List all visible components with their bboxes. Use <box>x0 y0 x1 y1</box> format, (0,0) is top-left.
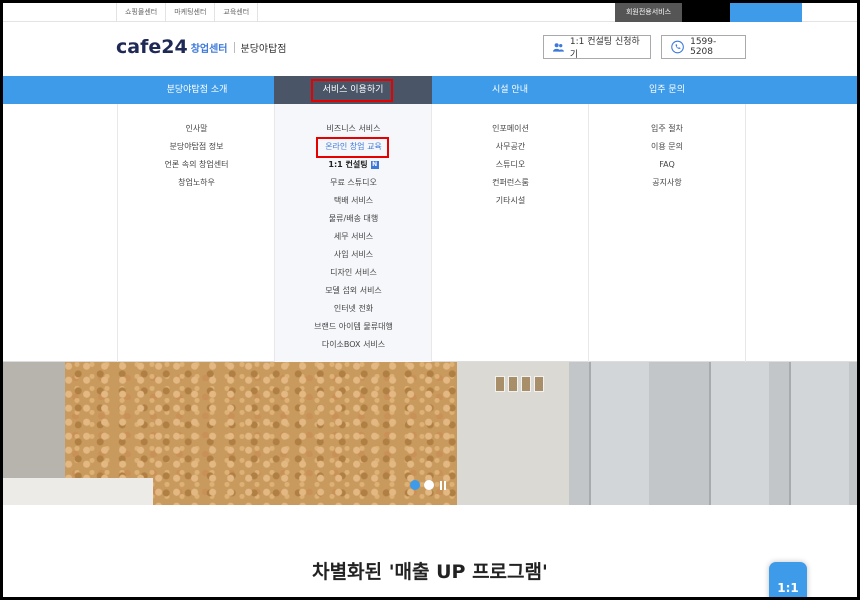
menu-item-faq[interactable]: FAQ <box>589 156 745 174</box>
menu-item-consulting-label: 1:1 컨설팅 <box>328 160 368 169</box>
section-title: 차별화된 '매출 UP 프로그램' <box>312 561 548 583</box>
mega-menu: 인사말 분당야탑점 정보 언론 속의 창업센터 창업노하우 비즈니스 서비스 온… <box>3 104 857 362</box>
menu-item-tax[interactable]: 세무 서비스 <box>275 228 432 246</box>
menu-item-courier[interactable]: 택배 서비스 <box>275 192 432 210</box>
slider-dot-1[interactable] <box>410 480 420 490</box>
menu-item-information[interactable]: 인포메이션 <box>432 120 589 138</box>
menu-item-purchasing[interactable]: 사입 서비스 <box>275 246 432 264</box>
wall-frame <box>521 376 531 392</box>
logo-wordmark: cafe24 <box>116 36 188 58</box>
hero-door <box>709 362 769 505</box>
top-blue-button[interactable] <box>730 3 802 22</box>
page-frame: 쇼핑몰센터 마케팅센터 교육센터 회원전용서비스 cafe24 창업센터 분당야… <box>3 3 857 597</box>
wall-frame <box>534 376 544 392</box>
users-icon <box>553 42 564 52</box>
chat-consult-button[interactable]: 1:1 <box>769 562 807 597</box>
menu-item-studio[interactable]: 무료 스튜디오 <box>275 174 432 192</box>
hero-wall-frames <box>495 376 544 392</box>
phone-icon <box>671 40 684 54</box>
menu-item-consulting[interactable]: 1:1 컨설팅 N <box>275 156 432 174</box>
menu-item-model[interactable]: 모델 섭외 서비스 <box>275 282 432 300</box>
top-link-shopping[interactable]: 쇼핑몰센터 <box>116 3 165 22</box>
top-utility-bar: 쇼핑몰센터 마케팅센터 교육센터 회원전용서비스 <box>3 3 857 22</box>
menu-column-facilities: 인포메이션 사무공간 스튜디오 컨퍼런스룸 기타시설 <box>431 104 589 362</box>
menu-item-internet-phone[interactable]: 인터넷 전화 <box>275 300 432 318</box>
member-service-button[interactable]: 회원전용서비스 <box>615 3 682 22</box>
menu-item-other[interactable]: 기타시설 <box>432 192 589 210</box>
redacted-block <box>682 3 730 22</box>
menu-item-notice[interactable]: 공지사항 <box>589 174 745 192</box>
hero-door <box>589 362 649 505</box>
slider-controls <box>410 480 446 490</box>
new-badge: N <box>370 160 379 169</box>
main-navigation: 분당야탑점 소개 서비스 이용하기 시설 안내 입주 문의 <box>3 76 857 104</box>
menu-item-greeting[interactable]: 인사말 <box>118 120 275 138</box>
menu-item-conference[interactable]: 컨퍼런스룸 <box>432 174 589 192</box>
program-section: 차별화된 '매출 UP 프로그램' 1:1 <box>3 505 857 597</box>
highlight-box-online-education <box>316 137 389 158</box>
logo-divider <box>233 41 235 53</box>
menu-item-knowhow[interactable]: 창업노하우 <box>118 174 275 192</box>
menu-item-daiso-box[interactable]: 다이소BOX 서비스 <box>275 336 432 354</box>
pause-icon[interactable] <box>440 480 446 490</box>
menu-item-branch-info[interactable]: 분당야탑점 정보 <box>118 138 275 156</box>
menu-item-logistics[interactable]: 물류/배송 대행 <box>275 210 432 228</box>
wall-frame <box>495 376 505 392</box>
logo-subtitle: 창업센터 <box>190 43 228 55</box>
menu-item-design[interactable]: 디자인 서비스 <box>275 264 432 282</box>
menu-item-press[interactable]: 언론 속의 창업센터 <box>118 156 275 174</box>
menu-item-business[interactable]: 비즈니스 서비스 <box>275 120 432 138</box>
wall-frame <box>508 376 518 392</box>
top-link-marketing[interactable]: 마케팅센터 <box>165 3 214 22</box>
menu-item-usage-inquiry[interactable]: 이용 문의 <box>589 138 745 156</box>
menu-item-office[interactable]: 사무공간 <box>432 138 589 156</box>
nav-inquiry[interactable]: 입주 문의 <box>588 76 746 104</box>
slider-dot-2[interactable] <box>424 480 434 490</box>
consult-request-button[interactable]: 1:1 컨설팅 신청하기 <box>543 35 651 60</box>
phone-button[interactable]: 1599-5208 <box>661 35 746 59</box>
menu-column-intro: 인사말 분당야탑점 정보 언론 속의 창업센터 창업노하우 <box>117 104 275 362</box>
menu-item-procedure[interactable]: 입주 절차 <box>589 120 745 138</box>
top-links: 쇼핑몰센터 마케팅센터 교육센터 <box>116 3 259 22</box>
hero-desk <box>3 478 153 505</box>
cafe24-logo[interactable]: cafe24 창업센터 분당야탑점 <box>116 36 287 58</box>
hero-door <box>789 362 849 505</box>
menu-item-brand-logistics[interactable]: 브랜드 아이템 물류대행 <box>275 318 432 336</box>
nav-facilities[interactable]: 시설 안내 <box>431 76 589 104</box>
branch-name: 분당야탑점 <box>240 43 287 55</box>
nav-branch-intro[interactable]: 분당야탑점 소개 <box>118 76 276 104</box>
top-link-education[interactable]: 교육센터 <box>214 3 259 22</box>
hero-doors-area <box>569 362 857 505</box>
highlight-box-services <box>311 79 393 102</box>
phone-number: 1599-5208 <box>690 37 717 57</box>
site-header: cafe24 창업센터 분당야탑점 1:1 컨설팅 신청하기 1599-5208 <box>3 22 857 76</box>
menu-item-studio-facility[interactable]: 스튜디오 <box>432 156 589 174</box>
hero-banner <box>3 362 857 505</box>
menu-column-inquiry: 입주 절차 이용 문의 FAQ 공지사항 <box>588 104 746 362</box>
consult-request-label: 1:1 컨설팅 신청하기 <box>569 37 640 60</box>
